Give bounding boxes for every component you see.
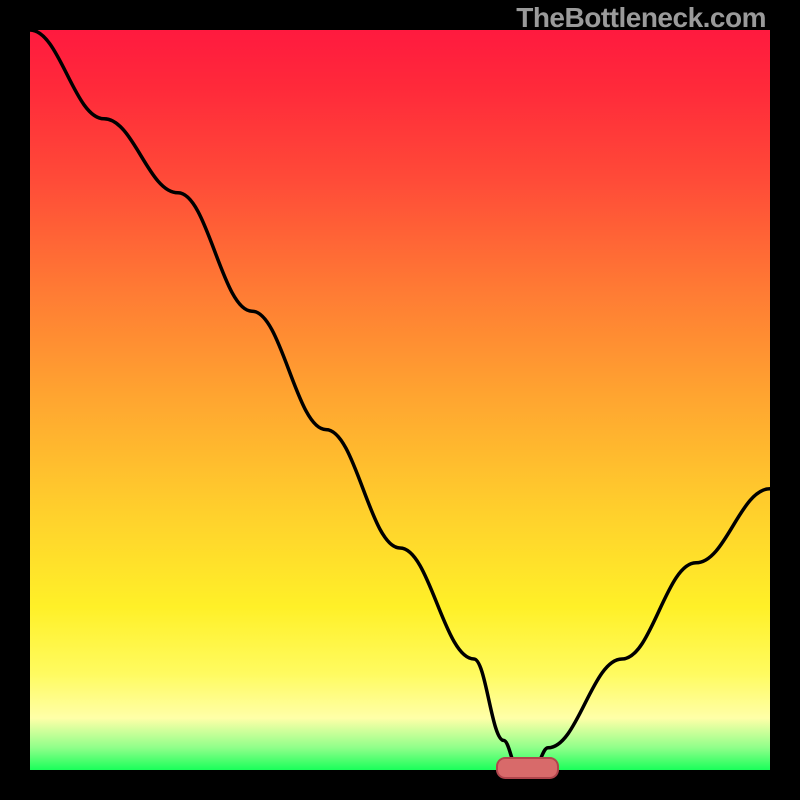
bottleneck-curve [30,30,770,770]
chart-frame: TheBottleneck.com [0,0,800,800]
gradient-plot-area [30,30,770,770]
optimal-point-marker [496,757,559,780]
